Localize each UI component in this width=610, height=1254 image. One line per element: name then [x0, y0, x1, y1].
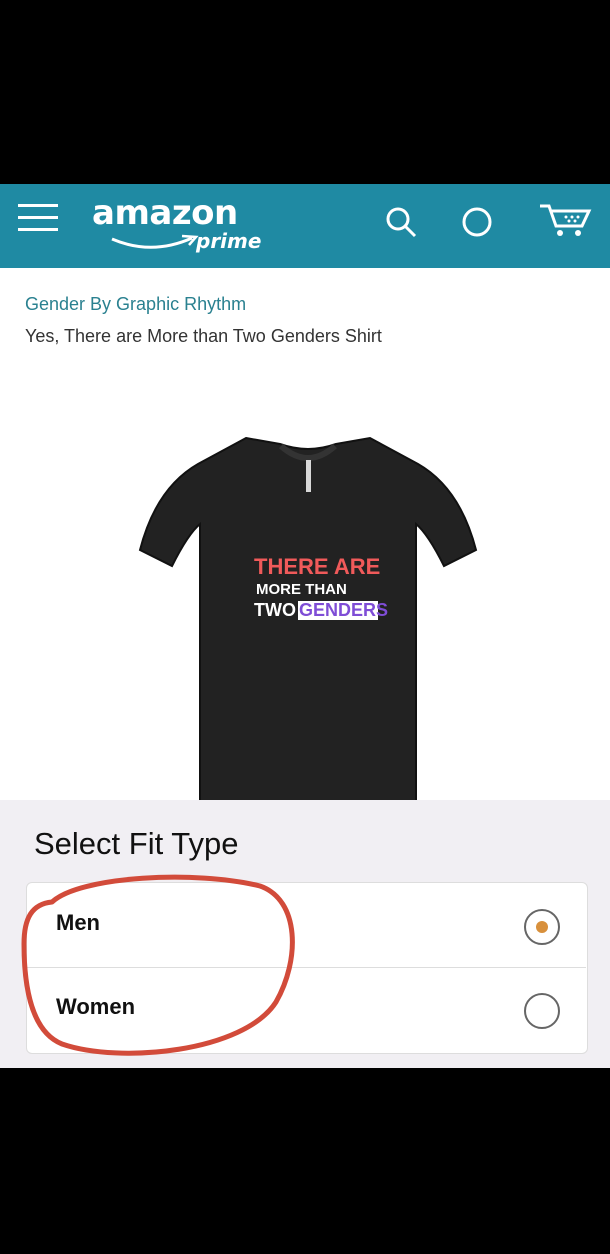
shirt-text-more-than: MORE THAN [256, 581, 347, 598]
bottom-black-bar [0, 1068, 610, 1254]
red-annotation-circle [21, 874, 295, 1056]
shirt-text-genders: GENDERS [299, 600, 388, 620]
search-icon[interactable] [384, 205, 418, 239]
circle-icon[interactable] [460, 205, 494, 239]
fit-option-women-radio[interactable] [524, 993, 560, 1029]
cart-icon[interactable] [537, 201, 593, 241]
amazon-logo[interactable]: amazon [92, 193, 238, 233]
brand-link[interactable]: Gender By Graphic Rhythm [25, 294, 246, 315]
fit-option-men-radio[interactable] [524, 909, 560, 945]
top-black-bar [0, 0, 610, 184]
menu-icon[interactable] [18, 198, 58, 236]
fit-type-heading: Select Fit Type [34, 826, 239, 861]
shirt-text-there-are: THERE ARE [254, 554, 380, 579]
product-title: Yes, There are More than Two Genders Shi… [25, 326, 382, 346]
product-shirt-image[interactable]: THERE ARE MORE THAN TWO GENDERS [138, 430, 478, 806]
prime-logo: prime [196, 229, 262, 253]
amazon-smile-icon [111, 234, 199, 249]
shirt-text-two: TWO [254, 600, 296, 620]
